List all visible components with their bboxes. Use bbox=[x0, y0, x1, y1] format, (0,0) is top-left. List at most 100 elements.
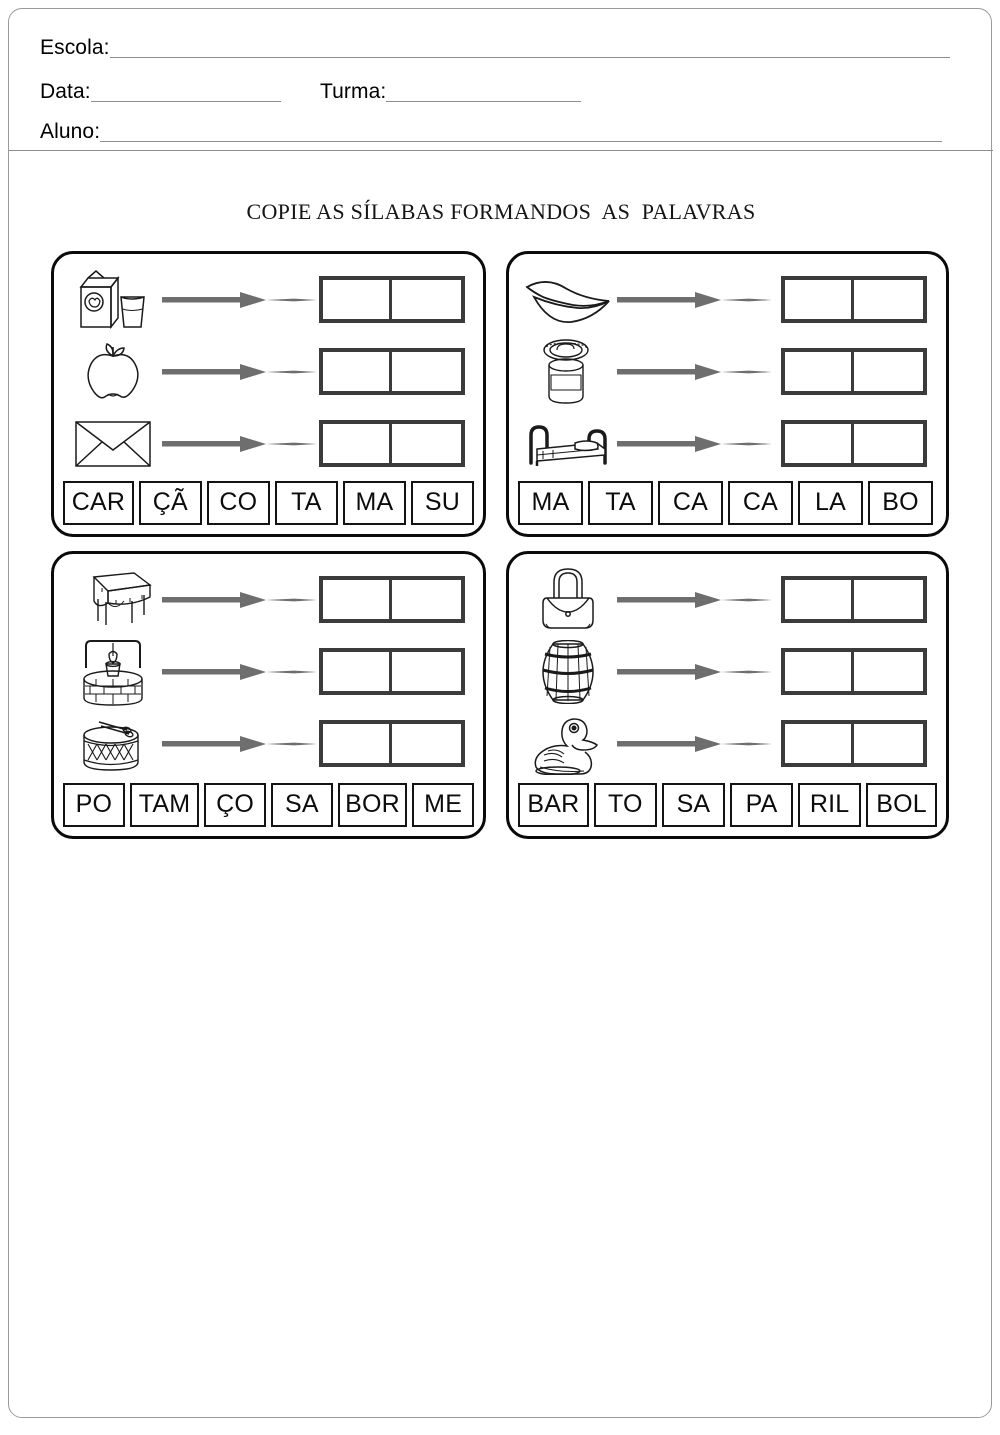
exercise-row bbox=[509, 636, 946, 708]
syllable-tile-strip: MA TA CA CA LA BO bbox=[518, 479, 937, 526]
answer-cell[interactable] bbox=[785, 580, 854, 619]
field-escola[interactable]: Escola: bbox=[40, 37, 950, 58]
answer-box[interactable] bbox=[319, 648, 465, 695]
exercise-row bbox=[509, 264, 946, 336]
exercise-panel-quadrant-4: BAR TO SA PA RIL BOL bbox=[506, 551, 949, 839]
syllable-tile[interactable]: ÇO bbox=[204, 782, 267, 827]
student-info-header: Escola: Data: Turma: Aluno: bbox=[9, 9, 993, 151]
field-escola-line[interactable] bbox=[109, 42, 950, 58]
syllable-tile[interactable]: SA bbox=[661, 782, 725, 827]
answer-cell[interactable] bbox=[392, 352, 461, 391]
syllable-tile[interactable]: MA bbox=[342, 480, 406, 525]
field-data[interactable]: Data: bbox=[40, 81, 281, 102]
syllable-tile[interactable]: SA bbox=[271, 782, 333, 827]
syllable-tile[interactable]: ME bbox=[412, 782, 475, 827]
field-aluno[interactable]: Aluno: bbox=[40, 121, 943, 142]
exercise-row bbox=[54, 408, 483, 480]
syllable-tile[interactable]: ÇÃ bbox=[138, 480, 202, 525]
answer-cell[interactable] bbox=[785, 280, 854, 319]
answer-cell[interactable] bbox=[854, 580, 923, 619]
answer-box[interactable] bbox=[319, 720, 465, 767]
answer-cell[interactable] bbox=[785, 352, 854, 391]
answer-cell[interactable] bbox=[392, 652, 461, 691]
syllable-tile-strip: PO TAM ÇO SA BOR ME bbox=[63, 781, 475, 828]
arrow-icon bbox=[162, 290, 317, 312]
arrow-icon bbox=[617, 362, 772, 384]
drum-icon bbox=[68, 708, 158, 780]
arrow-icon bbox=[162, 734, 317, 756]
field-aluno-line[interactable] bbox=[100, 126, 943, 142]
answer-box[interactable] bbox=[319, 348, 465, 395]
answer-cell[interactable] bbox=[323, 352, 392, 391]
answer-cell[interactable] bbox=[854, 652, 923, 691]
syllable-tile[interactable]: MA bbox=[518, 480, 583, 525]
bed-icon bbox=[523, 408, 613, 480]
arrow-icon bbox=[162, 590, 317, 612]
exercise-panel-quadrant-3: PO TAM ÇO SA BOR ME bbox=[51, 551, 486, 839]
exercise-row bbox=[54, 264, 483, 336]
answer-box[interactable] bbox=[781, 420, 927, 467]
answer-cell[interactable] bbox=[785, 724, 854, 763]
answer-cell[interactable] bbox=[323, 652, 392, 691]
answer-box[interactable] bbox=[319, 276, 465, 323]
answer-box[interactable] bbox=[781, 348, 927, 395]
duck-icon bbox=[523, 708, 613, 780]
syllable-tile[interactable]: BO bbox=[868, 480, 933, 525]
exercise-row bbox=[509, 564, 946, 636]
exercise-row bbox=[509, 708, 946, 780]
table-with-tablecloth-icon bbox=[68, 564, 158, 636]
answer-cell[interactable] bbox=[323, 724, 392, 763]
answer-box[interactable] bbox=[781, 276, 927, 323]
syllable-tile[interactable]: TAM bbox=[129, 782, 200, 827]
answer-cell[interactable] bbox=[323, 580, 392, 619]
field-turma[interactable]: Turma: bbox=[320, 81, 582, 102]
answer-box[interactable] bbox=[781, 648, 927, 695]
answer-cell[interactable] bbox=[854, 352, 923, 391]
syllable-tile[interactable]: PO bbox=[63, 782, 125, 827]
syllable-tile[interactable]: TA bbox=[588, 480, 653, 525]
syllable-tile[interactable]: LA bbox=[798, 480, 863, 525]
answer-cell[interactable] bbox=[392, 280, 461, 319]
syllable-tile[interactable]: TO bbox=[593, 782, 657, 827]
syllable-tile[interactable]: PA bbox=[729, 782, 794, 827]
syllable-tile[interactable]: CAR bbox=[63, 480, 134, 525]
arrow-icon bbox=[162, 362, 317, 384]
answer-cell[interactable] bbox=[785, 424, 854, 463]
syllable-tile[interactable]: BOR bbox=[337, 782, 408, 827]
answer-cell[interactable] bbox=[854, 280, 923, 319]
milk-carton-and-glass-icon bbox=[68, 264, 158, 336]
arrow-icon bbox=[617, 590, 772, 612]
answer-cell[interactable] bbox=[392, 424, 461, 463]
answer-cell[interactable] bbox=[323, 280, 392, 319]
field-data-line[interactable] bbox=[90, 86, 281, 102]
field-turma-line[interactable] bbox=[386, 86, 582, 102]
answer-cell[interactable] bbox=[785, 652, 854, 691]
answer-cell[interactable] bbox=[323, 424, 392, 463]
arrow-icon bbox=[617, 734, 772, 756]
syllable-tile[interactable]: SU bbox=[410, 480, 475, 525]
handbag-icon bbox=[523, 564, 613, 636]
arrow-icon bbox=[162, 662, 317, 684]
syllable-tile[interactable]: TA bbox=[274, 480, 338, 525]
answer-cell[interactable] bbox=[392, 580, 461, 619]
answer-box[interactable] bbox=[781, 720, 927, 767]
syllable-tile[interactable]: BOL bbox=[866, 782, 937, 827]
exercise-row bbox=[54, 708, 483, 780]
exercise-panel-quadrant-2: MA TA CA CA LA BO bbox=[506, 251, 949, 537]
envelope-icon bbox=[68, 408, 158, 480]
exercise-panel-quadrant-1: CAR ÇÃ CO TA MA SU bbox=[51, 251, 486, 537]
arrow-icon bbox=[617, 290, 772, 312]
barrel-icon bbox=[523, 636, 613, 708]
answer-cell[interactable] bbox=[392, 724, 461, 763]
answer-box[interactable] bbox=[319, 420, 465, 467]
answer-box[interactable] bbox=[319, 576, 465, 623]
answer-cell[interactable] bbox=[854, 424, 923, 463]
syllable-tile[interactable]: BAR bbox=[518, 782, 589, 827]
syllable-tile[interactable]: CA bbox=[658, 480, 723, 525]
syllable-tile[interactable]: CO bbox=[206, 480, 270, 525]
syllable-tile[interactable]: RIL bbox=[798, 782, 862, 827]
syllable-tile[interactable]: CA bbox=[728, 480, 793, 525]
answer-box[interactable] bbox=[781, 576, 927, 623]
answer-cell[interactable] bbox=[854, 724, 923, 763]
field-data-label: Data: bbox=[40, 80, 91, 103]
